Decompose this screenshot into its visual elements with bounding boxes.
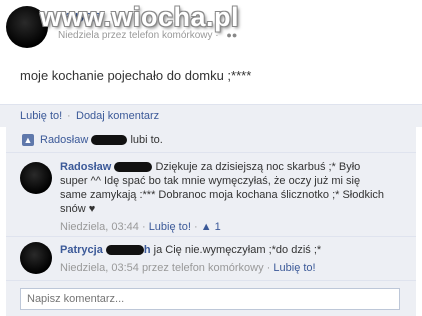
comment-input[interactable]	[21, 289, 403, 309]
commenter-avatar[interactable]	[20, 162, 52, 194]
post-header: Patrycja www.wiocha.pl Niedziela przez t…	[0, 0, 422, 56]
comment-like-count[interactable]: ▲ 1	[201, 221, 221, 233]
redacted-surname	[105, 245, 144, 256]
commenter-name[interactable]: Patrycja h	[60, 244, 151, 256]
redacted-surname	[114, 162, 153, 173]
likes-suffix: lubi to.	[130, 134, 163, 146]
comment-body: Patrycja h ja Cię nie.wymęczyłam ;*do dz…	[60, 243, 390, 275]
likes-text: Radosław lubi to.	[40, 134, 163, 146]
redacted-surname	[91, 135, 128, 146]
post-text: moje kochanie pojechało do domku ;****	[20, 68, 252, 83]
friends-privacy-icon[interactable]: ●●	[226, 30, 237, 40]
likes-summary: ▲ Radosław lubi to.	[6, 126, 416, 153]
comment-like-button[interactable]: Lubię to!	[273, 262, 315, 274]
comment-meta: Niedziela, 03:54 przez telefon komórkowy…	[60, 262, 316, 274]
thumbs-up-icon: ▲	[22, 134, 34, 146]
comment-like-button[interactable]: Lubię to!	[149, 221, 191, 233]
commenter-name[interactable]: Radosław	[60, 161, 111, 173]
actions-separator: ·	[67, 110, 71, 122]
watermark-text: www.wiocha.pl	[40, 2, 240, 32]
post-actions-bar: Lubię to! · Dodaj komentarz	[0, 104, 422, 127]
comments-section: ▲ Radosław lubi to. Radosław Dziękuje za…	[6, 126, 416, 316]
commenter-avatar[interactable]	[20, 242, 52, 274]
comment-like-count-value: 1	[214, 221, 221, 233]
post-meta-text: Niedziela przez telefon komórkowy ·	[58, 30, 219, 41]
commenter-name-tail: h	[143, 244, 151, 256]
like-button[interactable]: Lubię to!	[20, 110, 62, 122]
comment-input-wrapper	[20, 288, 403, 310]
comment-body: Radosław Dziękuje za dzisiejszą noc skar…	[60, 160, 390, 234]
add-comment-link[interactable]: Dodaj komentarz	[76, 110, 159, 122]
comment-item: Radosław Dziękuje za dzisiejszą noc skar…	[6, 152, 416, 237]
commenter-first-name: Patrycja	[60, 244, 103, 256]
comment-text: ja Cię nie.wymęczyłam ;*do dziś ;*	[153, 244, 322, 256]
comment-time: Niedziela, 03:54 przez telefon komórkowy	[60, 262, 264, 274]
comment-meta: Niedziela, 03:44 · Lubię to! · ▲ 1	[60, 221, 221, 233]
post-meta: Niedziela przez telefon komórkowy · ●●	[58, 30, 237, 41]
comment-item: Patrycja h ja Cię nie.wymęczyłam ;*do dz…	[6, 236, 416, 281]
comment-time: Niedziela, 03:44	[60, 221, 139, 233]
liker-name[interactable]: Radosław	[40, 134, 88, 146]
